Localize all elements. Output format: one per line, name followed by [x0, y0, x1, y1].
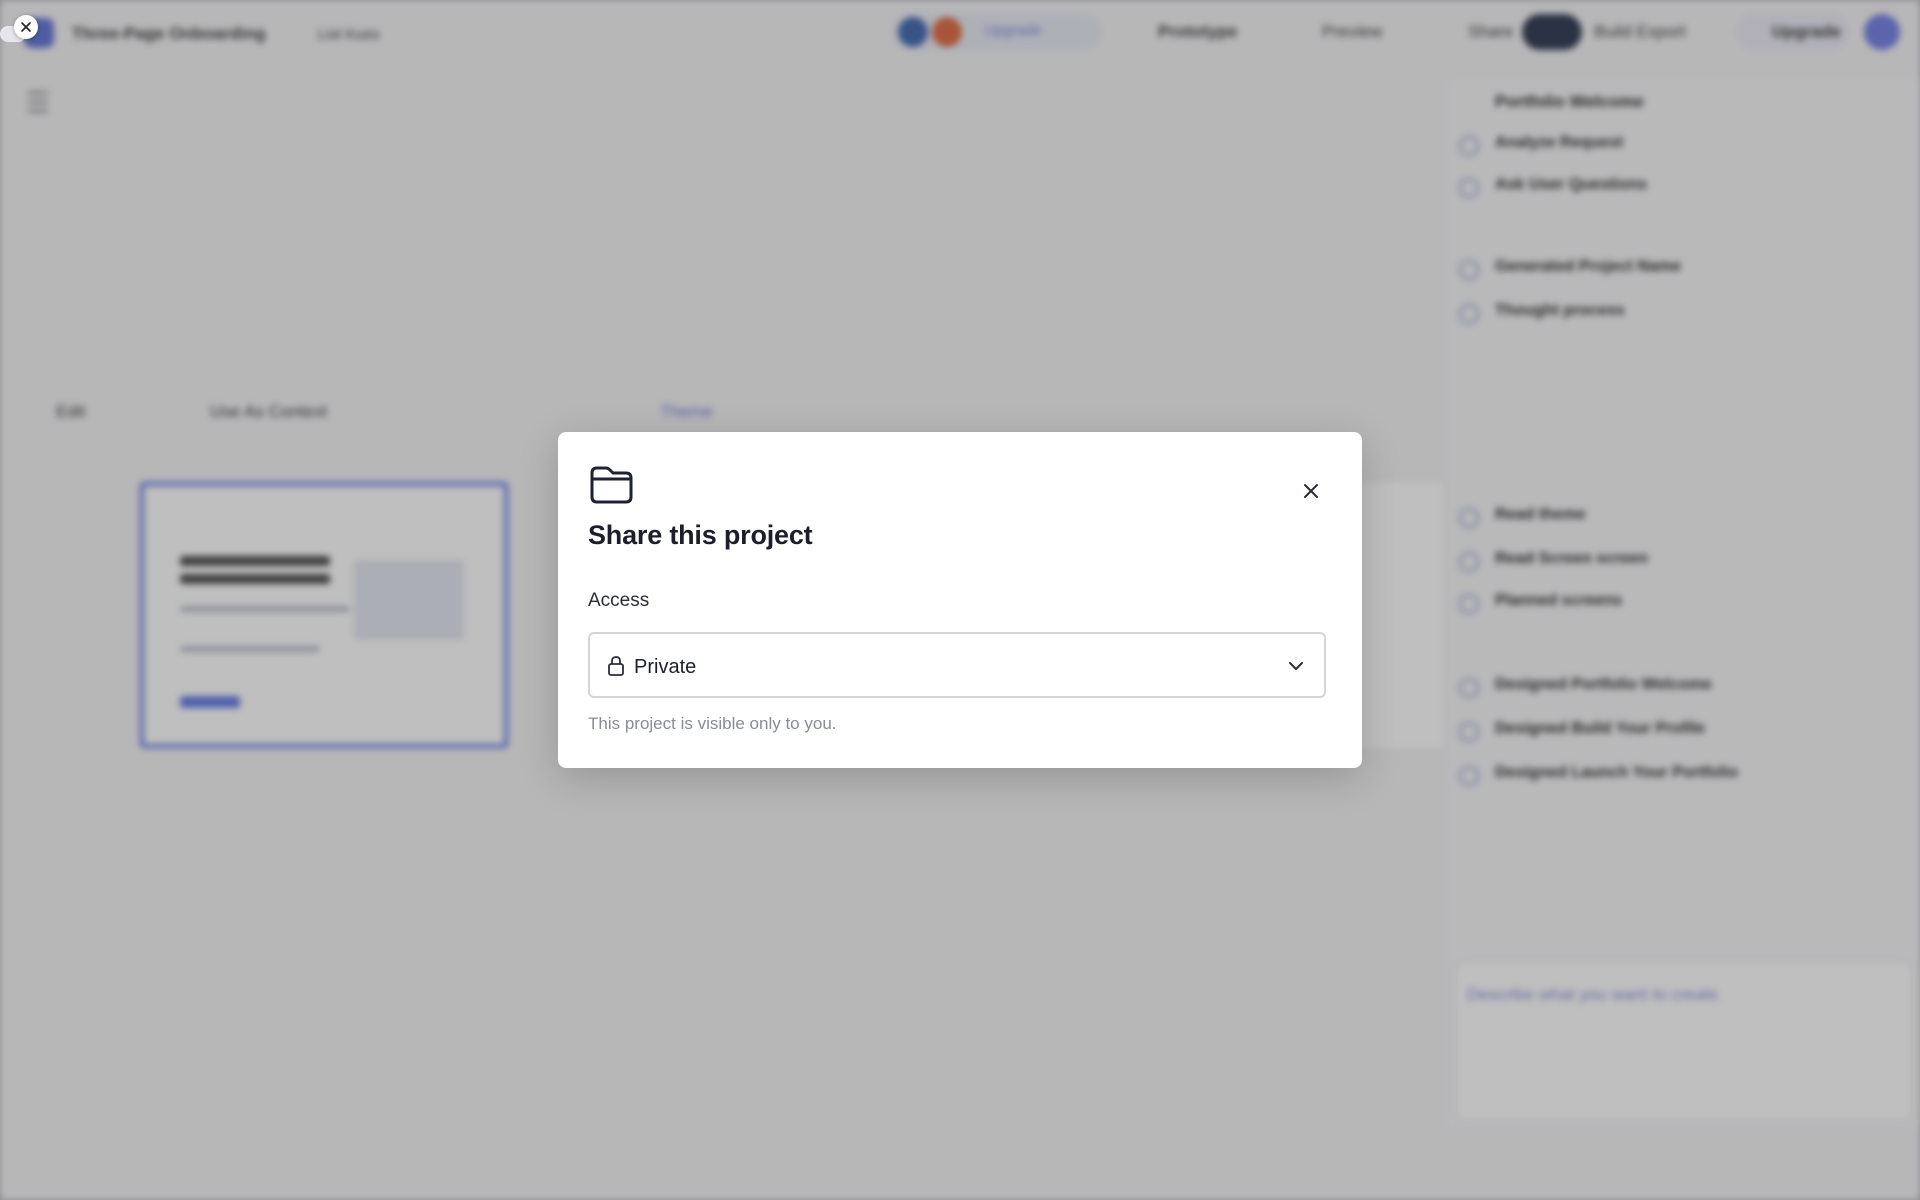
lock-icon [608, 656, 624, 676]
close-icon [21, 22, 31, 32]
dialog-title: Share this project [588, 520, 813, 550]
share-project-dialog: Share this project Access Private This p… [558, 432, 1362, 768]
corner-close-button[interactable] [14, 15, 38, 39]
access-helper-text: This project is visible only to you. [588, 714, 837, 733]
close-icon [1304, 484, 1318, 498]
chevron-down-icon [1289, 662, 1303, 670]
folder-icon [590, 466, 633, 504]
access-label: Access [588, 590, 650, 611]
close-dialog-button[interactable] [1296, 476, 1326, 506]
access-select[interactable]: Private [588, 632, 1326, 698]
access-select-value: Private [634, 656, 697, 678]
